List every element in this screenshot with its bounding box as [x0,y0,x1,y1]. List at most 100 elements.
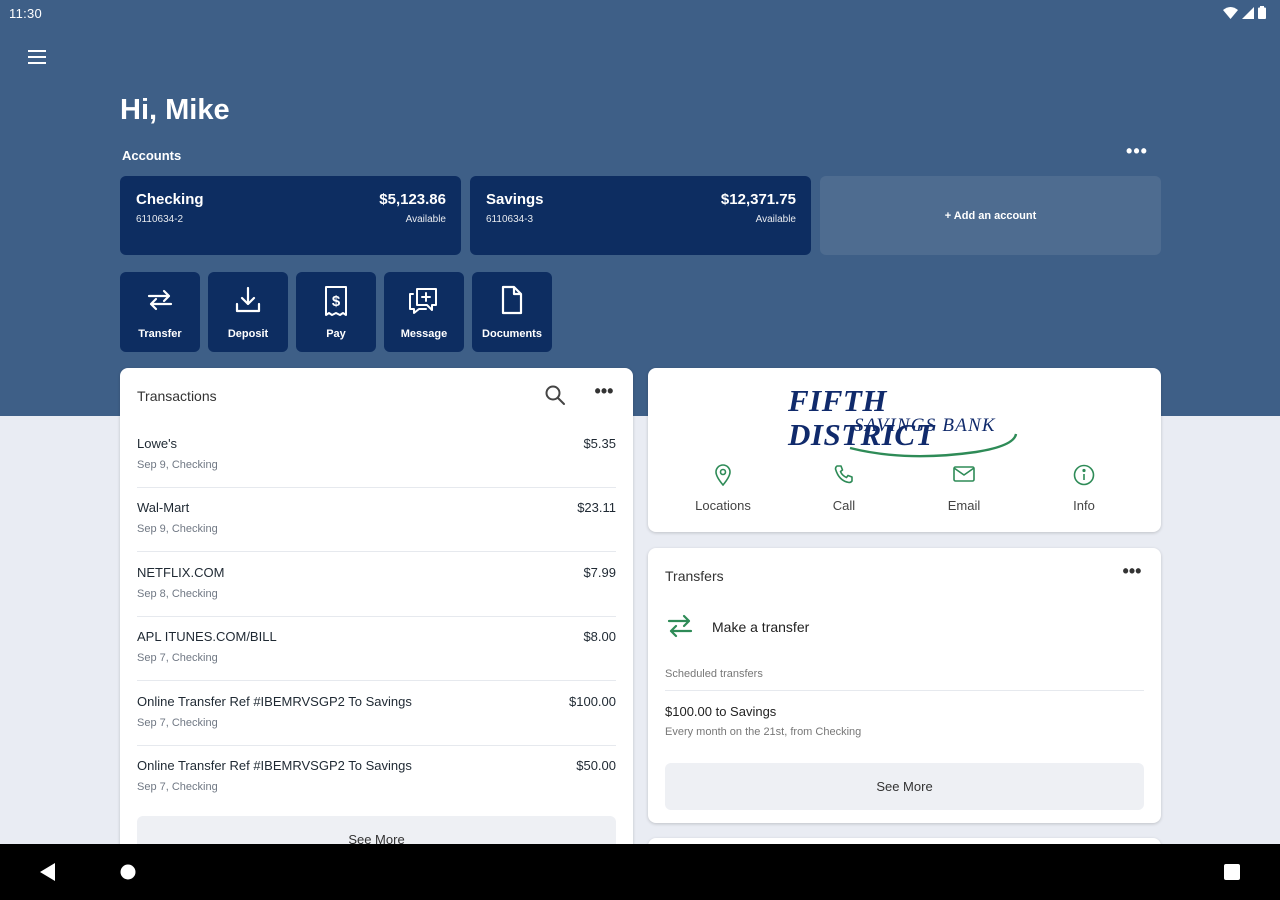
transaction-amount: $100.00 [569,694,616,709]
bank-action-info[interactable]: Info [1029,464,1139,520]
document-icon [501,285,523,315]
transaction-merchant: Online Transfer Ref #IBEMRVSGP2 To Savin… [137,758,412,773]
transaction-amount: $8.00 [583,629,616,644]
location-pin-icon [715,464,731,486]
nav-home-button[interactable] [104,844,152,900]
quick-action-documents[interactable]: Documents [472,272,552,352]
transactions-more-button[interactable]: ••• [592,382,616,404]
transaction-amount: $50.00 [576,758,616,773]
scheduled-transfer-detail: Every month on the 21st, from Checking [665,726,862,738]
bank-action-label: Locations [695,498,751,513]
account-card-checking[interactable]: Checking 6110634-2 $5,123.86 Available [120,176,461,255]
transfer-icon [667,614,693,638]
battery-icon [1258,6,1266,19]
account-name: Savings [486,191,544,208]
nav-back-button[interactable] [24,844,72,900]
transfers-see-more-button[interactable]: See More [665,763,1144,810]
transaction-amount: $7.99 [583,565,616,580]
home-icon [120,864,136,880]
transaction-row[interactable]: Wal-Mart $23.11 Sep 9, Checking [137,488,616,552]
transaction-amount: $5.35 [583,436,616,451]
transfers-title: Transfers [665,568,724,584]
account-balance: $5,123.86 [379,191,446,208]
transactions-search-button[interactable] [544,384,568,406]
transaction-subtitle: Sep 9, Checking [137,523,218,535]
logo-swoosh [849,433,1018,458]
bank-action-locations[interactable]: Locations [668,464,778,520]
make-transfer-button[interactable]: Make a transfer [665,608,965,648]
transaction-row[interactable]: Online Transfer Ref #IBEMRVSGP2 To Savin… [137,682,616,746]
transfers-more-button[interactable]: ••• [1120,562,1144,584]
bank-action-label: Email [947,498,981,513]
transaction-amount: $23.11 [577,500,616,515]
svg-text:$: $ [332,293,341,310]
transfers-card: Transfers ••• Make a transfer Scheduled … [648,548,1161,823]
quick-action-pay[interactable]: $ Pay [296,272,376,352]
email-icon [953,466,975,482]
account-number: 6110634-2 [136,214,184,225]
navigation-bar [0,844,1280,900]
transaction-subtitle: Sep 9, Checking [137,459,218,471]
transaction-row[interactable]: Online Transfer Ref #IBEMRVSGP2 To Savin… [137,746,616,810]
transaction-row[interactable]: NETFLIX.COM $7.99 Sep 8, Checking [137,553,616,617]
divider [665,690,1144,691]
quick-action-label: Message [400,328,448,340]
transaction-subtitle: Sep 7, Checking [137,652,218,664]
account-number: 6110634-3 [486,214,534,225]
bank-logo: FIFTH DISTRICT SAVINGS BANK [788,384,1028,458]
status-time: 11:30 [9,6,43,21]
pay-icon: $ [325,286,347,316]
deposit-icon [235,286,261,313]
transfer-icon [147,289,173,311]
make-transfer-label: Make a transfer [712,619,810,635]
quick-action-label: Transfer [138,328,182,340]
system-icons [1223,6,1266,19]
scheduled-transfers-label: Scheduled transfers [665,668,763,680]
signal-icon [1242,6,1254,19]
transaction-row[interactable]: APL ITUNES.COM/BILL $8.00 Sep 7, Checkin… [137,617,616,681]
quick-action-message[interactable]: Message [384,272,464,352]
info-icon [1073,464,1095,486]
recents-icon [1224,864,1240,880]
transactions-title: Transactions [137,388,217,404]
bank-card: FIFTH DISTRICT SAVINGS BANK Locations Ca… [648,368,1161,532]
balance-label: Available [755,214,796,225]
transaction-merchant: Wal-Mart [137,500,190,515]
bank-action-label: Info [1073,498,1095,513]
status-bar: 11:30 [0,0,1280,26]
account-name: Checking [136,191,204,208]
back-icon [40,863,55,881]
nav-recents-button[interactable] [1208,844,1256,900]
bank-action-label: Call [832,498,856,513]
quick-action-label: Deposit [227,328,269,340]
menu-button[interactable] [22,42,52,72]
phone-icon [834,465,853,484]
transaction-merchant: NETFLIX.COM [137,565,225,580]
transaction-merchant: Lowe's [137,436,178,451]
transaction-subtitle: Sep 8, Checking [137,588,218,600]
bank-action-call[interactable]: Call [789,464,899,520]
transactions-card: Transactions Lowe's $5.35 Sep 9, Checkin… [120,368,633,868]
scheduled-transfer-item[interactable]: $100.00 to Savings Every month on the 21… [665,704,1144,744]
transaction-subtitle: Sep 7, Checking [137,781,218,793]
quick-action-label: Documents [482,328,542,340]
transaction-row[interactable]: Lowe's $5.35 Sep 9, Checking [137,424,616,488]
transaction-subtitle: Sep 7, Checking [137,717,218,729]
greeting: Hi, Mike [120,94,230,126]
wifi-icon [1223,6,1238,19]
add-account-button[interactable]: + Add an account [820,176,1161,255]
accounts-more-button[interactable]: ••• [1124,142,1150,164]
quick-action-transfer[interactable]: Transfer [120,272,200,352]
balance-label: Available [405,214,446,225]
transaction-merchant: APL ITUNES.COM/BILL [137,629,277,644]
search-icon [545,385,565,405]
transaction-merchant: Online Transfer Ref #IBEMRVSGP2 To Savin… [137,694,412,709]
menu-icon [28,50,46,64]
quick-action-label: Pay [326,328,346,340]
bank-action-email[interactable]: Email [909,464,1019,520]
accounts-label: Accounts [122,148,182,163]
message-icon [409,288,437,314]
quick-action-deposit[interactable]: Deposit [208,272,288,352]
account-card-savings[interactable]: Savings 6110634-3 $12,371.75 Available [470,176,811,255]
scheduled-transfer-title: $100.00 to Savings [665,704,777,719]
